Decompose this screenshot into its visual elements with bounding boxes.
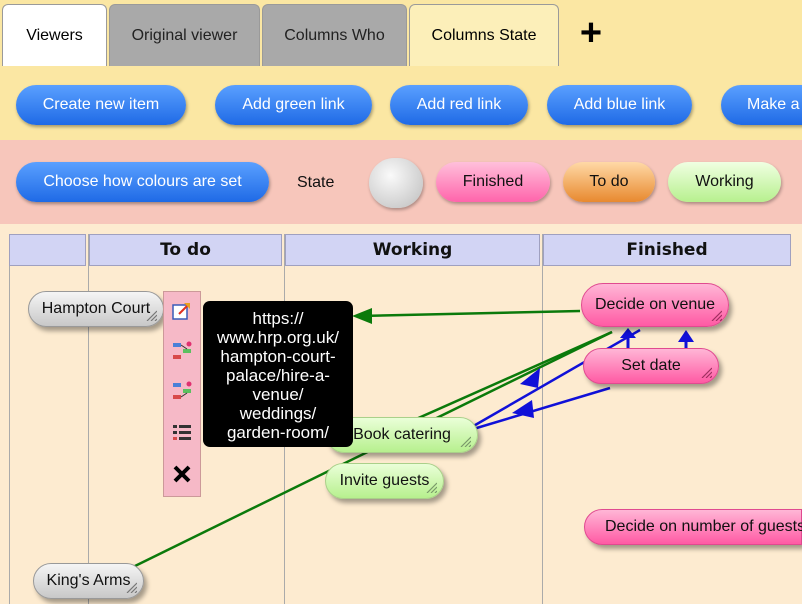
node-decide-on-venue[interactable]: Decide on venue <box>581 283 729 327</box>
add-child-icon[interactable] <box>168 377 196 405</box>
blue-link-catering-date[interactable] <box>469 386 611 432</box>
tooltip-line: hampton-court- <box>220 347 336 366</box>
node-label: Invite guests <box>339 472 430 489</box>
delete-icon[interactable] <box>168 460 196 488</box>
list-details-icon[interactable] <box>168 419 196 447</box>
node-label: Book catering <box>353 426 451 443</box>
tooltip-line: https:// <box>252 309 304 328</box>
green-arrow-head <box>352 308 372 324</box>
resize-grip-icon[interactable] <box>710 309 722 321</box>
open-link-icon[interactable] <box>168 297 196 325</box>
resize-grip-icon[interactable] <box>459 435 471 447</box>
url-tooltip: https:// www.hrp.org.uk/ hampton-court- … <box>203 301 353 447</box>
resize-grip-icon[interactable] <box>145 309 157 321</box>
node-label: Set date <box>621 357 681 374</box>
tooltip-line: weddings/ <box>239 404 317 423</box>
resize-grip-icon[interactable] <box>425 481 437 493</box>
resize-grip-icon[interactable] <box>700 366 712 378</box>
node-decide-number-of-guests[interactable]: Decide on number of guests <box>584 509 802 545</box>
node-hampton-court[interactable]: Hampton Court <box>28 291 164 327</box>
node-label: Decide on venue <box>594 296 716 313</box>
tooltip-line: venue/ <box>252 385 304 404</box>
add-link-icon[interactable] <box>168 337 196 365</box>
node-label: Decide on number of guests <box>605 518 802 535</box>
node-label: King's Arms <box>46 572 131 589</box>
node-invite-guests[interactable]: Invite guests <box>325 463 444 499</box>
node-label: Hampton Court <box>41 300 151 317</box>
item-tool-strip <box>163 291 201 497</box>
tooltip-line: garden-room/ <box>226 423 330 442</box>
tooltip-line: palace/hire-a- <box>226 366 330 385</box>
node-kings-arms[interactable]: King's Arms <box>33 563 144 599</box>
green-link-venue-hampton[interactable] <box>359 309 581 318</box>
blue-arrow-head <box>678 330 694 342</box>
resize-grip-icon[interactable] <box>125 581 137 593</box>
tooltip-line: www.hrp.org.uk/ <box>217 328 339 347</box>
node-set-date[interactable]: Set date <box>583 348 719 384</box>
